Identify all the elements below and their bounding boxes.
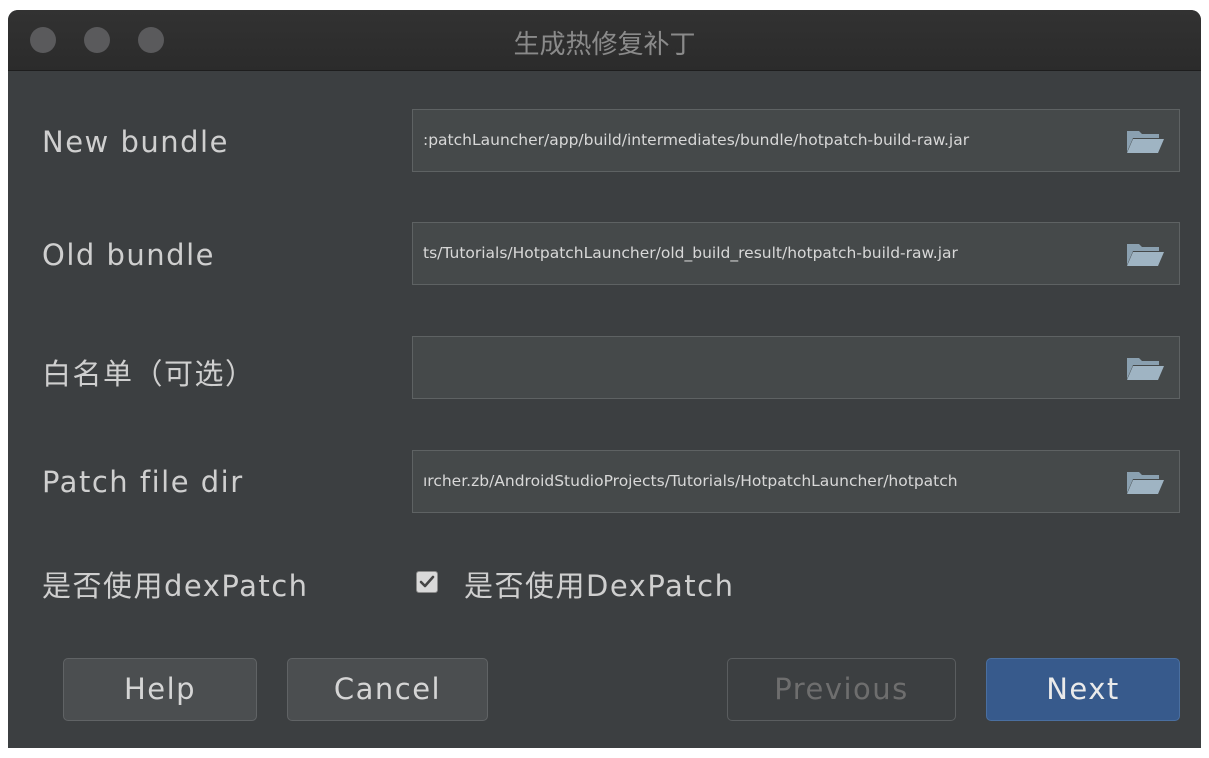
dexpatch-checkbox-label[interactable]: 是否使用DexPatch <box>464 563 734 605</box>
whitelist-field[interactable] <box>412 336 1180 399</box>
old-bundle-value: ts/Tutorials/HotpatchLauncher/old_build_… <box>423 244 958 262</box>
patch-dir-field[interactable]: ırcher.zb/AndroidStudioProjects/Tutorial… <box>412 450 1180 513</box>
dialog-title: 生成热修复补丁 <box>513 30 696 60</box>
folder-open-icon[interactable] <box>1125 241 1165 267</box>
new-bundle-label: New bundle <box>42 125 229 159</box>
patch-dir-value: ırcher.zb/AndroidStudioProjects/Tutorial… <box>423 472 958 490</box>
new-bundle-field[interactable]: :patchLauncher/app/build/intermediates/b… <box>412 109 1180 172</box>
check-icon <box>419 575 435 588</box>
dexpatch-label: 是否使用dexPatch <box>42 569 309 603</box>
folder-open-icon[interactable] <box>1125 355 1165 381</box>
whitelist-label: 白名单（可选） <box>42 357 256 391</box>
next-button[interactable]: Next <box>986 658 1180 721</box>
dexpatch-checkbox[interactable] <box>416 571 438 593</box>
title-bar: 生成热修复补丁 <box>8 10 1201 71</box>
patch-dir-label: Patch file dir <box>42 465 244 499</box>
cancel-button[interactable]: Cancel <box>287 658 488 721</box>
previous-button[interactable]: Previous <box>727 658 956 721</box>
old-bundle-label: Old bundle <box>42 238 215 272</box>
folder-open-icon[interactable] <box>1125 469 1165 495</box>
old-bundle-field[interactable]: ts/Tutorials/HotpatchLauncher/old_build_… <box>412 222 1180 285</box>
help-button[interactable]: Help <box>63 658 257 721</box>
new-bundle-value: :patchLauncher/app/build/intermediates/b… <box>423 131 970 149</box>
folder-open-icon[interactable] <box>1125 128 1165 154</box>
dialog-window: 生成热修复补丁 New bundle :patchLauncher/app/bu… <box>8 10 1201 748</box>
